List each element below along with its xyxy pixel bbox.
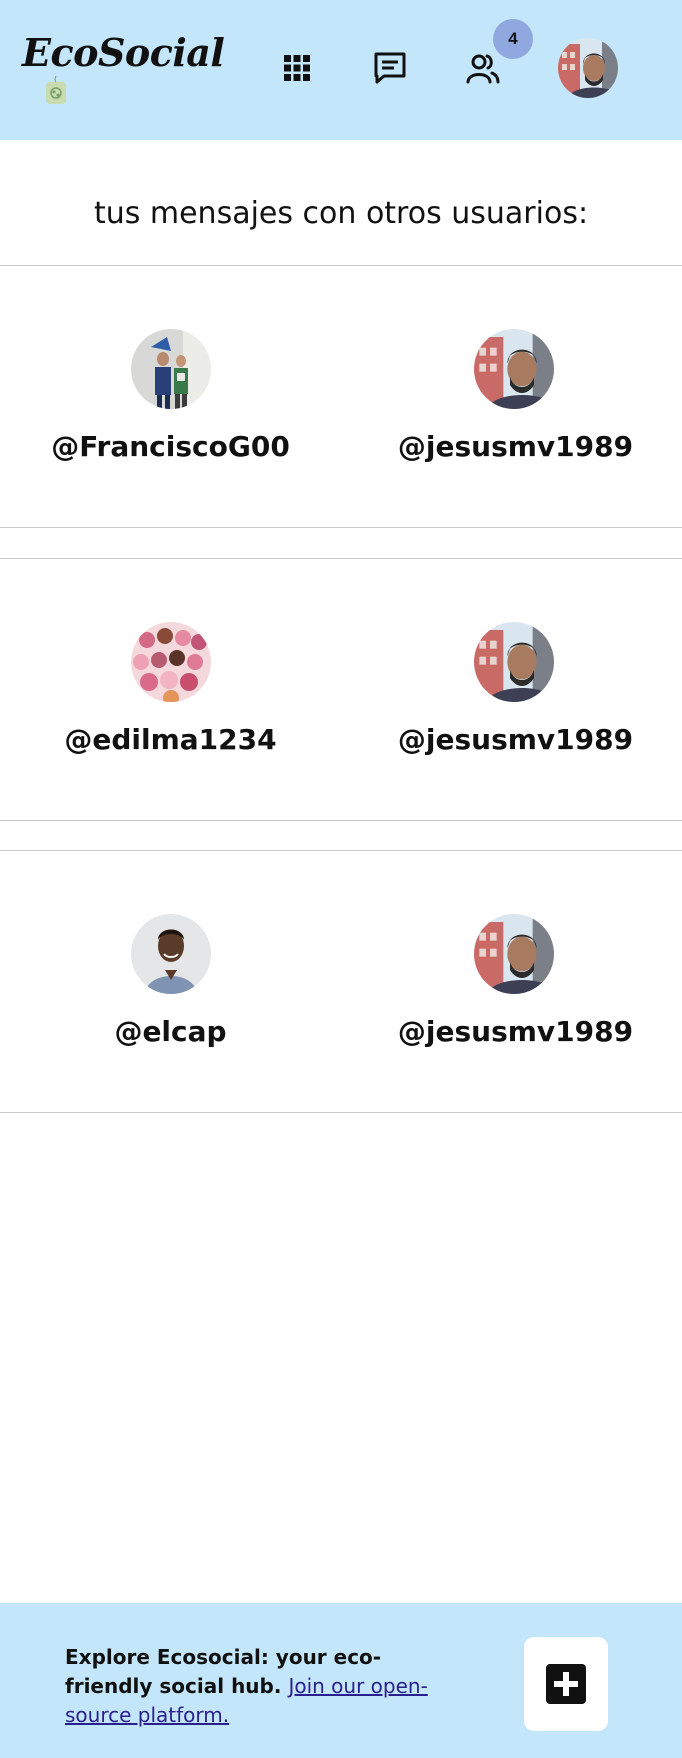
- page-title: tus mensajes con otros usuarios:: [93, 196, 589, 231]
- conversation-row[interactable]: @elcap @jesusmv1989: [0, 851, 682, 1113]
- conversation-participant[interactable]: @jesusmv1989: [341, 559, 682, 821]
- footer-message: Explore Ecosocial: your eco-friendly soc…: [65, 1643, 465, 1730]
- divider: [0, 527, 682, 528]
- participant-username: @FranciscoG00: [51, 430, 290, 463]
- participant-username: @jesusmv1989: [397, 1015, 634, 1048]
- participant-avatar: [131, 329, 211, 409]
- participant-username: @edilma1234: [64, 723, 277, 756]
- participant-avatar: [474, 622, 554, 702]
- leaf-tag-icon: [46, 75, 66, 104]
- participant-username: @elcap: [114, 1015, 227, 1048]
- participant-username: @jesusmv1989: [397, 430, 634, 463]
- profile-photo-icon: [131, 622, 211, 702]
- messages-button[interactable]: [370, 48, 410, 88]
- profile-photo-icon: [558, 38, 618, 98]
- apps-grid-button[interactable]: [277, 48, 317, 88]
- footer: Explore Ecosocial: your eco-friendly soc…: [0, 1603, 682, 1758]
- plus-icon: [546, 1664, 586, 1704]
- chat-icon: [374, 52, 406, 84]
- notification-badge[interactable]: 4: [493, 19, 533, 59]
- conversation-row[interactable]: @FranciscoG00 @jesusmv1989: [0, 266, 682, 528]
- participant-avatar: [474, 329, 554, 409]
- conversation-participant[interactable]: @edilma1234: [0, 559, 341, 821]
- conversation-participant[interactable]: @FranciscoG00: [0, 266, 341, 528]
- app-logo[interactable]: EcoSocial: [22, 30, 225, 75]
- participant-avatar: [131, 622, 211, 702]
- divider: [0, 820, 682, 821]
- profile-photo-icon: [131, 329, 211, 409]
- profile-photo-icon: [474, 329, 554, 409]
- friends-button[interactable]: [463, 48, 503, 88]
- top-navbar: EcoSocial 4: [0, 0, 682, 140]
- user-avatar[interactable]: [558, 38, 618, 98]
- conversation-row[interactable]: @edilma1234 @jesusmv1989: [0, 559, 682, 821]
- conversation-participant[interactable]: @jesusmv1989: [341, 851, 682, 1113]
- divider: [0, 1112, 682, 1113]
- profile-photo-icon: [131, 914, 211, 994]
- friends-icon: [466, 54, 500, 84]
- participant-avatar: [474, 914, 554, 994]
- profile-photo-icon: [474, 914, 554, 994]
- profile-photo-icon: [474, 622, 554, 702]
- conversation-participant[interactable]: @jesusmv1989: [341, 266, 682, 528]
- participant-username: @jesusmv1989: [397, 723, 634, 756]
- add-button[interactable]: [524, 1637, 608, 1731]
- conversation-participant[interactable]: @elcap: [0, 851, 341, 1113]
- participant-avatar: [131, 914, 211, 994]
- grid-icon: [284, 55, 310, 81]
